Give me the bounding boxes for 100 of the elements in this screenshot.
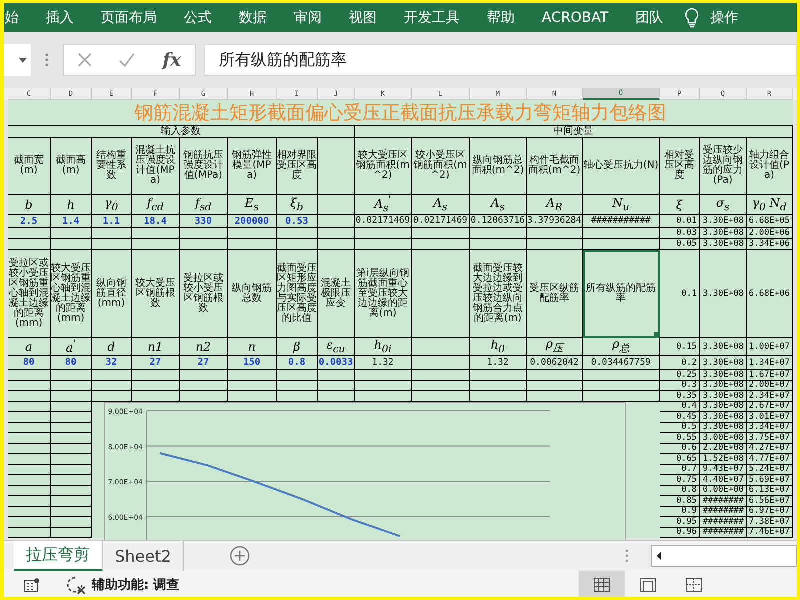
empty-cell[interactable] [92,370,132,380]
number-cell[interactable]: 0.65 [660,454,700,464]
header-cell[interactable]: 截面宽(m) [8,138,51,195]
empty-cell[interactable] [8,475,51,486]
number-cell[interactable]: 2.67E+07 [747,402,793,412]
symbol-cell[interactable]: σ$_{s}$ [700,195,747,215]
value-cell[interactable]: 32 [92,356,132,370]
symbol-cell[interactable]: a [8,338,51,356]
number-cell[interactable]: 6.68E+06 [747,250,793,338]
number-cell[interactable]: 1.34E+07 [747,356,793,370]
empty-cell[interactable] [51,506,92,517]
empty-cell[interactable] [8,228,51,239]
ribbon-tab[interactable]: 页面布局 [101,8,157,26]
empty-cell[interactable] [318,215,355,228]
number-cell[interactable]: 1.67E+07 [747,370,793,380]
symbol-cell[interactable]: γ$_{0}$ N$_{d}$ [747,195,793,215]
empty-cell[interactable] [470,228,527,239]
header-cell[interactable]: 相对受压区高度 [660,138,700,195]
ribbon-tab[interactable]: 帮助 [487,8,515,26]
value-cell[interactable]: 27 [180,356,228,370]
empty-cell[interactable] [8,380,51,391]
value-cell[interactable]: 1.1 [92,215,132,228]
formula-input[interactable]: 所有纵筋的配筋率 [204,44,797,76]
empty-cell[interactable] [583,380,660,391]
value-cell[interactable]: 0.8 [277,356,318,370]
number-cell[interactable]: 2.20E+08 [700,444,747,454]
number-cell[interactable]: 3.01E+07 [747,412,793,422]
empty-cell[interactable] [51,422,92,433]
symbol-cell[interactable]: n2 [180,338,228,356]
empty-cell[interactable] [51,496,92,506]
number-cell[interactable]: 3.30E+08 [700,391,747,402]
header-cell[interactable]: 较大受压区钢筋面积(m^2) [355,138,412,195]
empty-cell[interactable] [51,464,92,475]
empty-cell[interactable] [8,486,51,496]
number-cell[interactable]: 3.75E+07 [747,433,793,444]
number-cell[interactable]: 4.27E+07 [747,444,793,454]
header-cell[interactable]: 相对界限受压区高度 [277,138,318,195]
empty-cell[interactable] [51,517,92,528]
symbol-cell[interactable]: ε$_{cu}$ [318,338,355,356]
header-cell[interactable]: 较大受压区钢筋根数 [132,250,180,338]
header-cell[interactable]: 受拉区或较小受压区钢筋重心轴到混凝土边缘的距离(mm) [8,250,51,338]
empty-cell[interactable] [277,228,318,239]
empty-cell[interactable] [51,444,92,454]
header-cell[interactable]: 混凝土抗压强度设计值(MPa) [132,138,180,195]
number-cell[interactable]: 0.01 [660,215,700,228]
symbol-cell[interactable]: ρ$_{压}$ [527,338,583,356]
number-cell[interactable]: 3.34E+06 [747,239,793,250]
empty-cell[interactable] [51,433,92,444]
value-cell[interactable]: 2.5 [8,215,51,228]
header-cell[interactable]: 轴心受压抗力(N) [583,138,660,195]
number-cell[interactable]: 1.00E+07 [747,338,793,356]
empty-cell[interactable] [355,370,412,380]
name-box[interactable] [4,44,31,76]
symbol-cell[interactable]: ξ$_{b}$ [277,195,318,215]
symbol-cell[interactable]: h [51,195,92,215]
number-cell[interactable]: 3.30E+08 [700,422,747,433]
section-header[interactable]: 中间变量 [355,126,793,138]
number-cell[interactable]: 2.34E+07 [747,391,793,402]
empty-cell[interactable] [8,496,51,506]
value-cell[interactable]: ########### [583,215,660,228]
symbol-cell[interactable]: f$_{sd}$ [180,195,228,215]
empty-cell[interactable] [8,422,51,433]
empty-cell[interactable] [8,506,51,517]
empty-cell[interactable] [470,239,527,250]
empty-cell[interactable] [318,228,355,239]
number-cell[interactable]: 3.30E+08 [700,338,747,356]
number-cell[interactable]: 0.15 [660,338,700,356]
symbol-cell[interactable]: n [228,338,277,356]
number-cell[interactable]: 3.30E+08 [700,402,747,412]
number-cell[interactable]: 6.97E+07 [747,506,793,517]
number-cell[interactable]: 4.40E+07 [700,475,747,486]
number-cell[interactable]: ######## [700,517,747,528]
symbol-cell[interactable]: ξ [660,195,700,215]
symbol-cell[interactable]: f$_{cd}$ [132,195,180,215]
symbol-cell[interactable]: β [277,338,318,356]
header-cell[interactable]: 所有纵筋的配筋率 [583,250,660,338]
header-cell[interactable]: 轴力组合设计值(Pa) [747,138,793,195]
empty-cell[interactable] [228,228,277,239]
empty-cell[interactable] [412,380,470,391]
number-cell[interactable]: 6.13E+07 [747,486,793,496]
empty-cell[interactable] [583,239,660,250]
number-cell[interactable]: 3.34E+07 [747,422,793,433]
header-cell[interactable]: 构件毛截面面积(m^2) [527,138,583,195]
number-cell[interactable]: 3.30E+08 [700,228,747,239]
value-cell[interactable]: 0.53 [277,215,318,228]
empty-cell[interactable] [51,228,92,239]
value-cell[interactable]: 0.02171469 [355,215,412,228]
empty-cell[interactable] [51,391,92,402]
empty-cell[interactable] [412,356,470,370]
empty-cell[interactable] [355,239,412,250]
empty-cell[interactable] [132,370,180,380]
symbol-cell[interactable]: a$^{'}$ [51,338,92,356]
empty-cell[interactable] [318,380,355,391]
symbol-cell[interactable]: b [8,195,51,215]
ribbon-tab[interactable]: 审阅 [294,8,322,26]
value-cell[interactable]: 1.4 [51,215,92,228]
header-cell[interactable]: 较小受压区钢筋面积(m^2) [412,138,470,195]
empty-cell[interactable] [51,239,92,250]
empty-cell[interactable] [277,239,318,250]
value-cell[interactable]: 27 [132,356,180,370]
